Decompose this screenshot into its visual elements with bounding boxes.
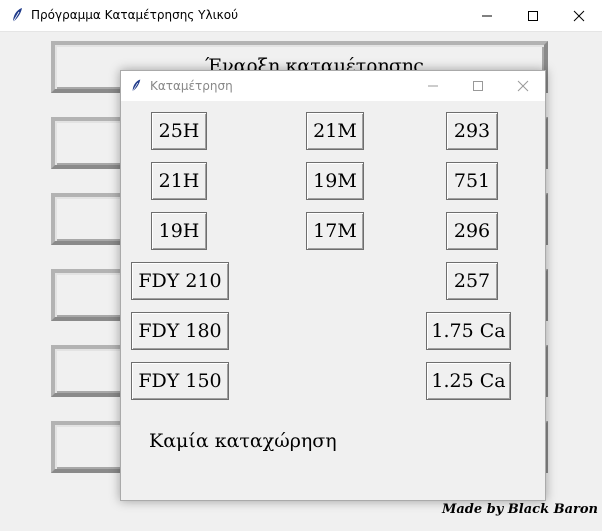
button-751[interactable]: 751 [446,162,498,200]
main-title-bar[interactable]: Πρόγραμμα Καταμέτρησης Υλικού [0,0,602,32]
button-19m[interactable]: 19M [306,162,364,200]
feather-icon [130,78,142,93]
button-293[interactable]: 293 [446,112,498,150]
count-dialog: Καταμέτρηση 25H 21H 19H FDY 210 FDY 180 … [120,70,546,501]
feather-icon [10,7,24,23]
button-fdy-150[interactable]: FDY 150 [131,362,229,400]
button-25h[interactable]: 25H [151,112,207,150]
minimize-button[interactable] [464,0,510,31]
dialog-maximize-button[interactable] [455,71,500,101]
button-1-25-ca[interactable]: 1.25 Ca [426,362,511,400]
button-19h[interactable]: 19H [151,212,207,250]
button-17m[interactable]: 17M [306,212,364,250]
dialog-title-bar[interactable]: Καταμέτρηση [121,71,545,101]
dialog-minimize-button[interactable] [410,71,455,101]
close-icon [573,10,585,21]
minimize-icon [427,85,438,87]
dialog-title: Καταμέτρηση [150,79,233,93]
button-257[interactable]: 257 [446,262,498,300]
button-21m[interactable]: 21M [306,112,364,150]
button-fdy-210[interactable]: FDY 210 [131,262,229,300]
minimize-icon [482,15,492,16]
close-icon [517,80,528,92]
credit-label: Made by Black Baron [441,502,598,517]
maximize-icon [472,81,483,91]
button-fdy-180[interactable]: FDY 180 [131,312,229,350]
dialog-close-button[interactable] [500,71,545,101]
window-title: Πρόγραμμα Καταμέτρησης Υλικού [31,8,239,22]
close-button[interactable] [556,0,602,31]
maximize-button[interactable] [510,0,556,31]
maximize-icon [528,10,538,21]
status-label: Καμία καταχώρηση [149,430,337,452]
button-296[interactable]: 296 [446,212,498,250]
button-1-75-ca[interactable]: 1.75 Ca [426,312,511,350]
button-21h[interactable]: 21H [151,162,207,200]
